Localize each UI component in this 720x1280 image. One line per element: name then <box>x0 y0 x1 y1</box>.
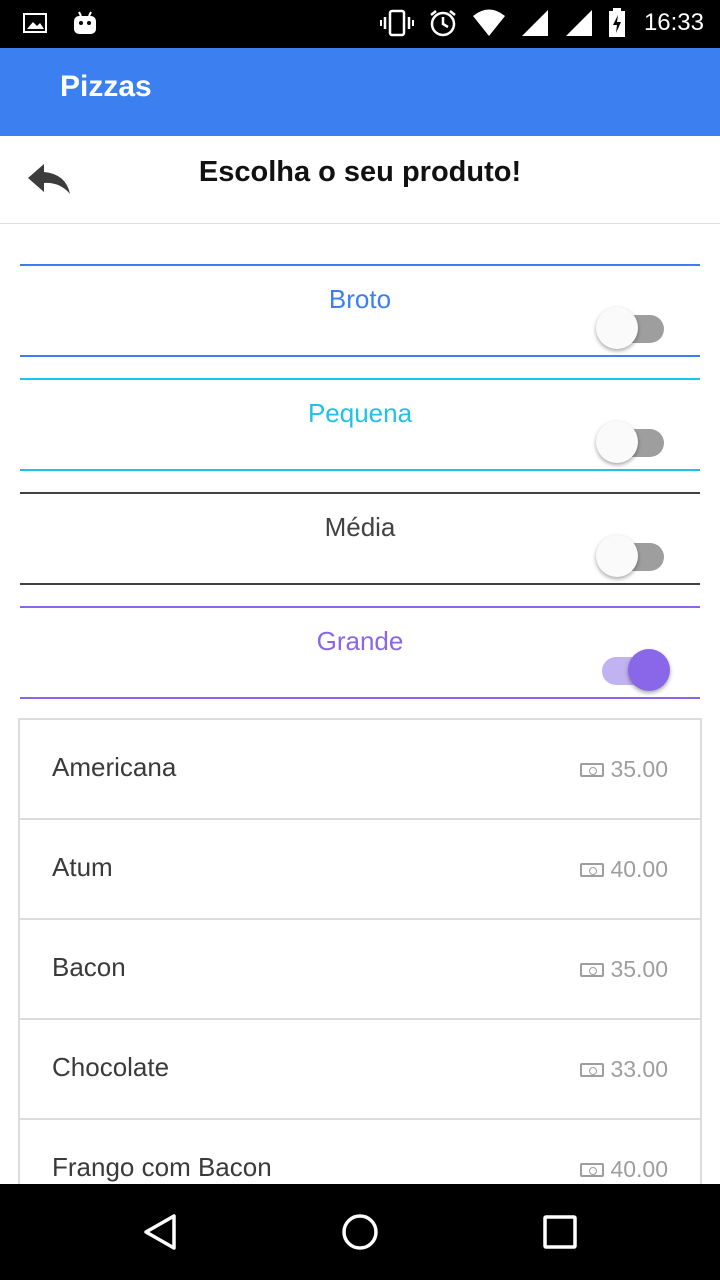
price-value: 40.00 <box>610 856 668 882</box>
price-value: 35.00 <box>610 956 668 982</box>
product-list[interactable]: Americana 35.00 Atum 40.00 Bacon 35.00 C… <box>18 718 702 1188</box>
navigation-bar <box>0 1184 720 1280</box>
battery-charging-icon <box>608 8 625 37</box>
nav-home-button[interactable] <box>336 1208 384 1256</box>
product-price: 35.00 <box>580 956 668 983</box>
money-icon <box>580 762 605 777</box>
product-name: Chocolate <box>52 1052 170 1082</box>
size-toggle-grande[interactable] <box>596 644 670 691</box>
size-option-pequena: Pequena <box>20 378 700 471</box>
image-icon <box>23 13 47 33</box>
product-price: 40.00 <box>580 1156 668 1183</box>
list-item[interactable]: Atum 40.00 <box>20 820 700 920</box>
product-name: Americana <box>52 752 177 782</box>
nav-back-button[interactable] <box>136 1208 184 1256</box>
price-value: 40.00 <box>610 1156 668 1182</box>
size-option-grande: Grande <box>20 606 700 699</box>
wifi-icon <box>472 9 505 36</box>
size-toggle-broto[interactable] <box>596 302 670 349</box>
product-name: Bacon <box>52 952 126 982</box>
money-icon <box>580 962 605 977</box>
product-name: Frango com Bacon <box>52 1152 272 1182</box>
size-toggle-media[interactable] <box>596 530 670 577</box>
product-price: 35.00 <box>580 756 668 783</box>
product-price: 40.00 <box>580 856 668 883</box>
vibrate-icon <box>379 9 414 37</box>
back-triangle-icon <box>144 1214 176 1250</box>
list-item[interactable]: Frango com Bacon 40.00 <box>20 1120 700 1188</box>
app-bar: Pizzas <box>0 48 720 136</box>
signal-icon <box>521 10 548 36</box>
alarm-icon <box>430 10 456 37</box>
size-option-broto: Broto <box>20 264 700 357</box>
status-time: 16:33 <box>643 9 704 36</box>
nav-recents-button[interactable] <box>536 1208 584 1256</box>
product-price: 33.00 <box>580 1056 668 1083</box>
price-value: 35.00 <box>610 756 668 782</box>
size-option-media: Média <box>20 492 700 585</box>
price-value: 33.00 <box>610 1056 668 1082</box>
app-title: Pizzas <box>60 70 152 103</box>
list-item[interactable]: Bacon 35.00 <box>20 920 700 1020</box>
page-header: Escolha o seu produto! <box>0 136 720 224</box>
recents-square-icon <box>543 1215 577 1249</box>
list-item[interactable]: Chocolate 33.00 <box>20 1020 700 1120</box>
android-icon <box>74 11 96 34</box>
home-circle-icon <box>342 1214 378 1250</box>
list-item[interactable]: Americana 35.00 <box>20 720 700 820</box>
page-title: Escolha o seu produto! <box>198 156 522 188</box>
product-name: Atum <box>52 852 113 882</box>
signal-icon <box>565 10 592 36</box>
money-icon <box>580 862 605 877</box>
status-bar: 16:33 <box>0 0 720 48</box>
size-toggle-pequena[interactable] <box>596 416 670 463</box>
money-icon <box>580 1062 605 1077</box>
money-icon <box>580 1162 605 1177</box>
